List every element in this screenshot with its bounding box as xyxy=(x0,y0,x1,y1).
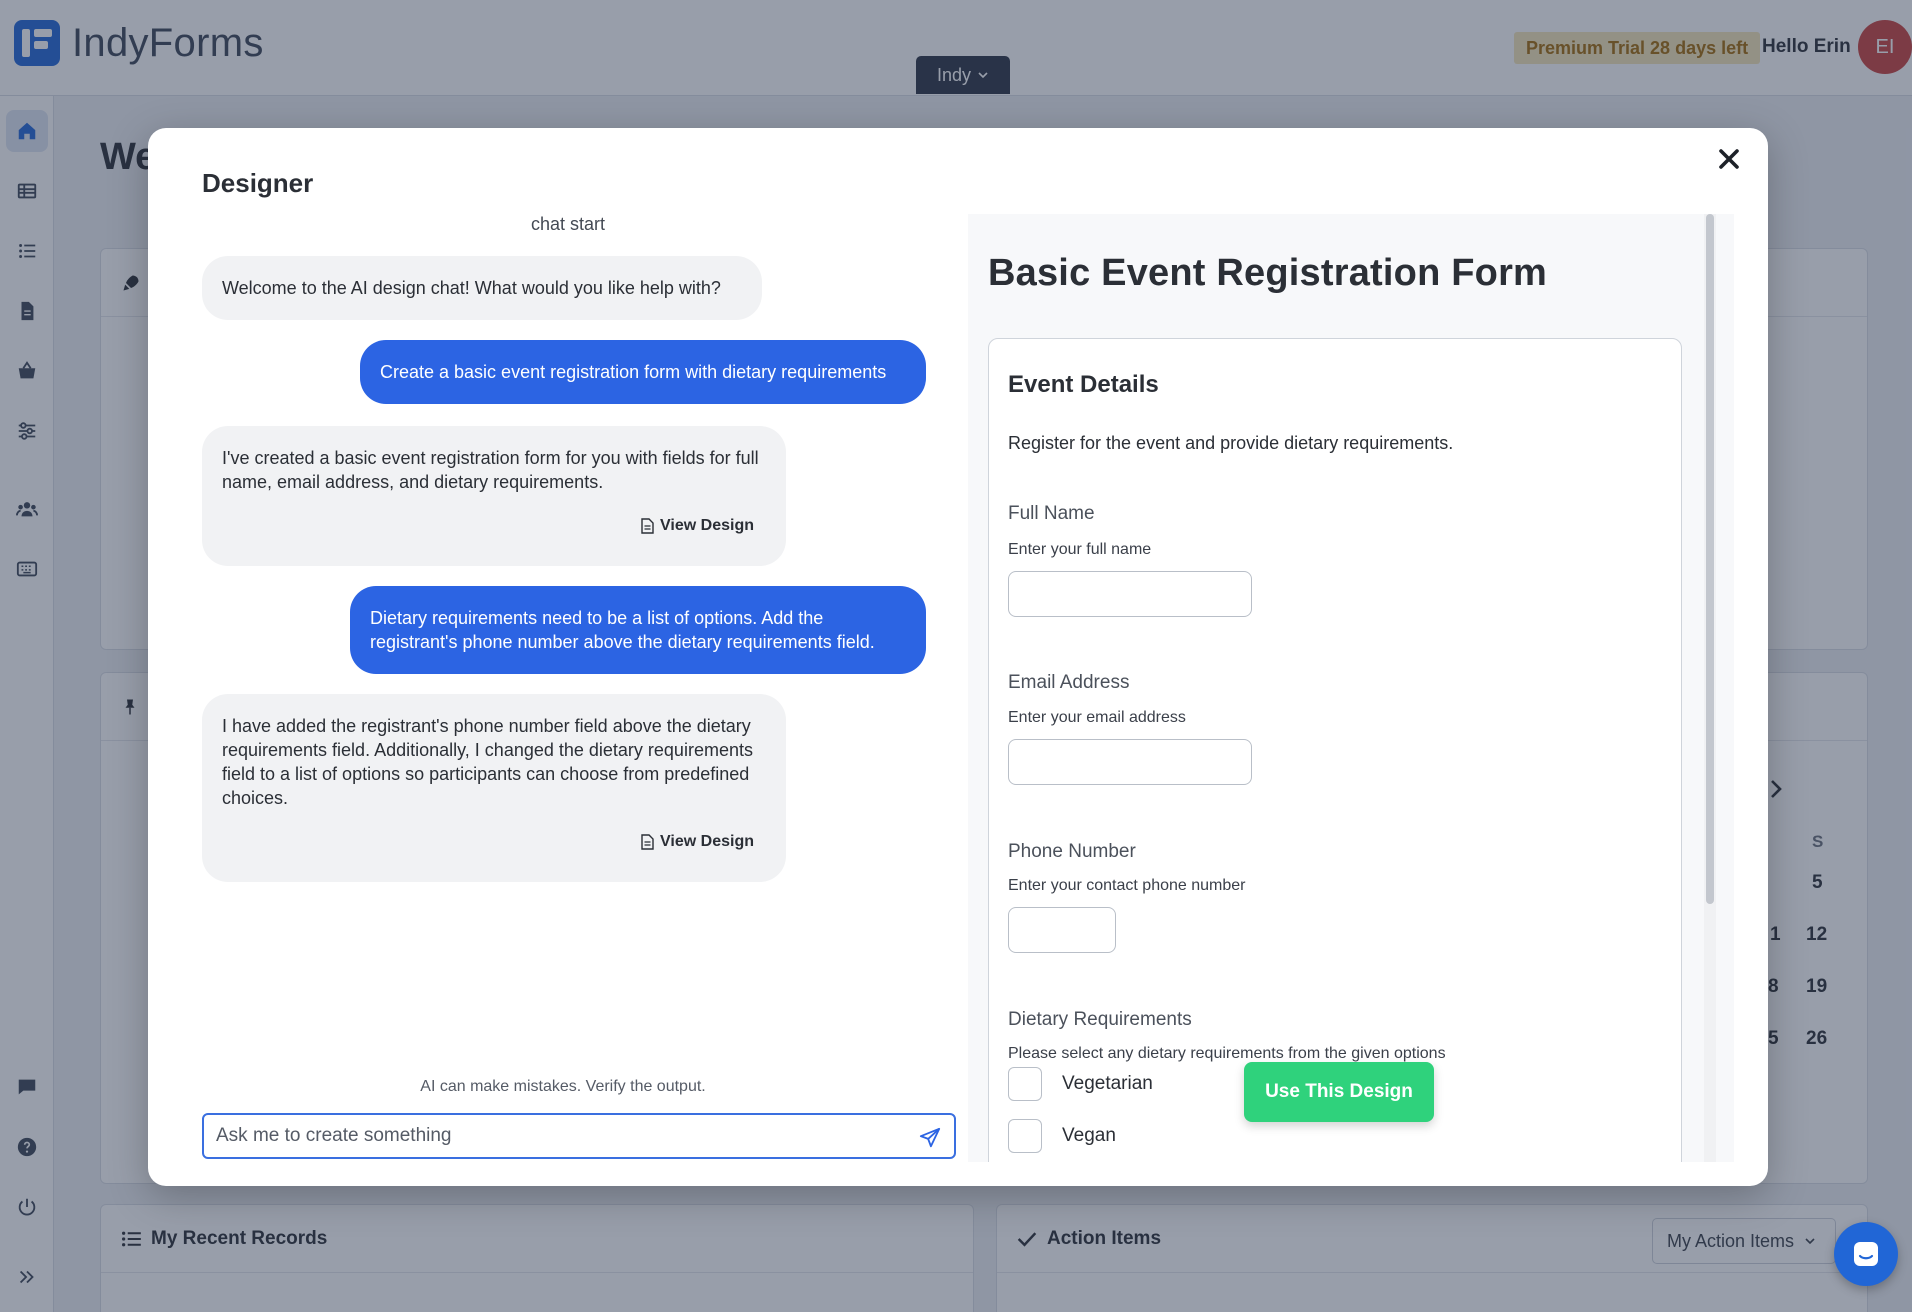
document-icon xyxy=(641,518,654,534)
option-label: Vegan xyxy=(1062,1125,1116,1146)
chat-start-label: chat start xyxy=(530,214,606,234)
phone-label: Phone Number xyxy=(1008,841,1136,862)
option-vegetarian[interactable]: Vegetarian xyxy=(1008,1067,1153,1101)
option-label: Vegetarian xyxy=(1062,1073,1153,1094)
checkbox[interactable] xyxy=(1008,1067,1042,1101)
support-chat-button[interactable] xyxy=(1834,1222,1898,1286)
message-text: Welcome to the AI design chat! What woul… xyxy=(222,278,721,298)
send-button[interactable] xyxy=(912,1120,948,1156)
chat-message-user: Dietary requirements need to be a list o… xyxy=(350,586,926,674)
ai-disclaimer: AI can make mistakes. Verify the output. xyxy=(420,1078,706,1095)
message-text: Create a basic event registration form w… xyxy=(380,362,887,382)
phone-input[interactable] xyxy=(1008,907,1116,953)
form-section-card: Event Details Register for the event and… xyxy=(988,338,1682,1162)
view-design-button[interactable]: View Design xyxy=(641,514,754,538)
chat-message-user: Create a basic event registration form w… xyxy=(360,340,926,404)
option-vegan[interactable]: Vegan xyxy=(1008,1119,1116,1153)
scroll-thumb[interactable] xyxy=(1706,214,1714,904)
close-icon xyxy=(1719,149,1739,169)
full-name-label: Full Name xyxy=(1008,503,1095,524)
chat-message-ai: Welcome to the AI design chat! What woul… xyxy=(202,256,762,320)
form-title: Basic Event Registration Form xyxy=(988,252,1548,294)
form-preview: Basic Event Registration Form Event Deta… xyxy=(968,214,1734,1162)
send-icon xyxy=(919,1127,941,1148)
checkbox[interactable] xyxy=(1008,1119,1042,1153)
close-button[interactable] xyxy=(1712,142,1746,176)
email-label: Email Address xyxy=(1008,672,1130,693)
full-name-help: Enter your full name xyxy=(1008,541,1152,558)
email-input[interactable] xyxy=(1008,739,1252,785)
chat-message-ai: I've created a basic event registration … xyxy=(202,426,786,566)
modal-title: Designer xyxy=(202,168,314,198)
preview-scrollbar[interactable] xyxy=(1704,214,1716,1162)
chat-input[interactable] xyxy=(202,1113,956,1159)
messenger-icon xyxy=(1854,1242,1878,1266)
email-help: Enter your email address xyxy=(1008,709,1186,726)
chat-message-ai: I have added the registrant's phone numb… xyxy=(202,694,786,882)
view-design-label: View Design xyxy=(660,517,754,534)
dietary-label: Dietary Requirements xyxy=(1008,1009,1192,1030)
message-text: Dietary requirements need to be a list o… xyxy=(370,608,875,652)
message-text: I've created a basic event registration … xyxy=(222,448,759,492)
dietary-help: Please select any dietary requirements f… xyxy=(1008,1045,1446,1062)
view-design-button[interactable]: View Design xyxy=(641,830,754,854)
section-title: Event Details xyxy=(1008,371,1159,398)
document-icon xyxy=(641,834,654,850)
message-text: I have added the registrant's phone numb… xyxy=(222,716,753,808)
designer-modal: Designer chat start Welcome to the AI de… xyxy=(148,128,1768,1186)
use-this-design-button[interactable]: Use This Design xyxy=(1244,1062,1434,1122)
view-design-label: View Design xyxy=(660,833,754,850)
full-name-input[interactable] xyxy=(1008,571,1252,617)
section-description: Register for the event and provide dieta… xyxy=(1008,433,1454,453)
phone-help: Enter your contact phone number xyxy=(1008,877,1246,894)
